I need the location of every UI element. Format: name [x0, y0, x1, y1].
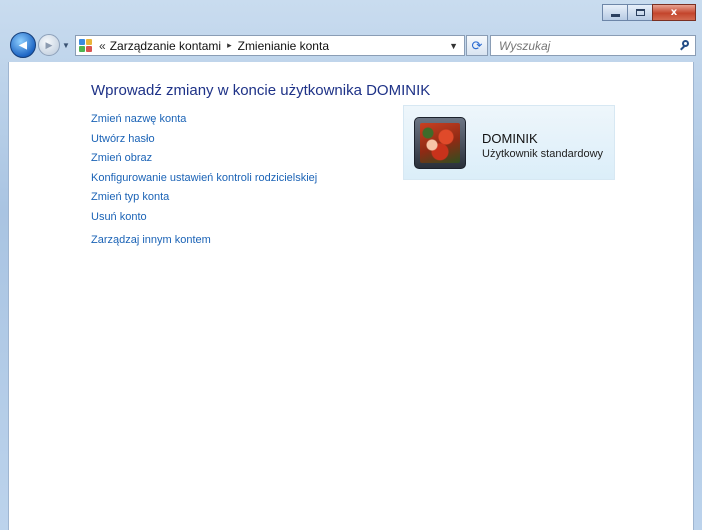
window: x ◀ ▶ ▼ « Zarządzanie kontami ▸ Zmienian…	[0, 0, 702, 530]
account-name: DOMINIK	[482, 131, 538, 146]
task-links: Zmień nazwę konta Utwórz hasło Zmień obr…	[91, 111, 317, 252]
back-button[interactable]: ◀	[10, 32, 36, 58]
forward-arrow-icon: ▶	[45, 39, 53, 50]
parental-controls-link[interactable]: Konfigurowanie ustawień kontroli rodzici…	[91, 170, 317, 190]
refresh-icon: ⟳	[471, 37, 483, 53]
change-account-type-link[interactable]: Zmień typ konta	[91, 189, 317, 209]
change-name-link[interactable]: Zmień nazwę konta	[91, 111, 317, 131]
breadcrumb-separator-icon[interactable]: ▸	[227, 40, 232, 51]
page-title: Wprowadź zmiany w koncie użytkownika DOM…	[91, 82, 431, 99]
breadcrumb-overflow[interactable]: «	[99, 39, 106, 53]
control-panel-icon	[79, 38, 93, 53]
address-dropdown-icon[interactable]: ▼	[449, 41, 458, 51]
address-bar[interactable]: « Zarządzanie kontami ▸ Zmienianie konta…	[75, 35, 465, 56]
account-type: Użytkownik standardowy	[482, 148, 604, 160]
search-input[interactable]	[497, 37, 671, 54]
title-bar: x	[0, 0, 702, 28]
maximize-button[interactable]	[627, 4, 653, 21]
account-card: DOMINIK Użytkownik standardowy	[403, 105, 615, 180]
recent-pages-dropdown[interactable]: ▼	[62, 41, 70, 50]
delete-account-link[interactable]: Usuń konto	[91, 209, 317, 229]
breadcrumb-item-change-account[interactable]: Zmienianie konta	[238, 39, 329, 53]
forward-button[interactable]: ▶	[38, 34, 60, 56]
search-box[interactable]	[490, 35, 696, 56]
minimize-button[interactable]	[602, 4, 628, 21]
manage-other-account-link[interactable]: Zarządzaj innym kontem	[91, 232, 317, 252]
navigation-bar: ◀ ▶ ▼ « Zarządzanie kontami ▸ Zmienianie…	[0, 28, 702, 62]
caption-buttons: x	[602, 4, 696, 21]
account-picture-frame	[414, 117, 466, 169]
close-icon: x	[670, 6, 678, 18]
maximize-icon	[635, 9, 645, 16]
back-arrow-icon: ◀	[19, 39, 27, 51]
search-icon[interactable]	[679, 39, 691, 52]
create-password-link[interactable]: Utwórz hasło	[91, 131, 317, 151]
change-picture-link[interactable]: Zmień obraz	[91, 150, 317, 170]
account-picture	[420, 123, 460, 163]
breadcrumb-item-account-management[interactable]: Zarządzanie kontami	[110, 39, 221, 53]
content-pane: Wprowadź zmiany w koncie użytkownika DOM…	[8, 62, 694, 530]
close-button[interactable]: x	[652, 4, 696, 21]
minimize-icon	[610, 13, 620, 17]
refresh-button[interactable]: ⟳	[466, 35, 488, 56]
